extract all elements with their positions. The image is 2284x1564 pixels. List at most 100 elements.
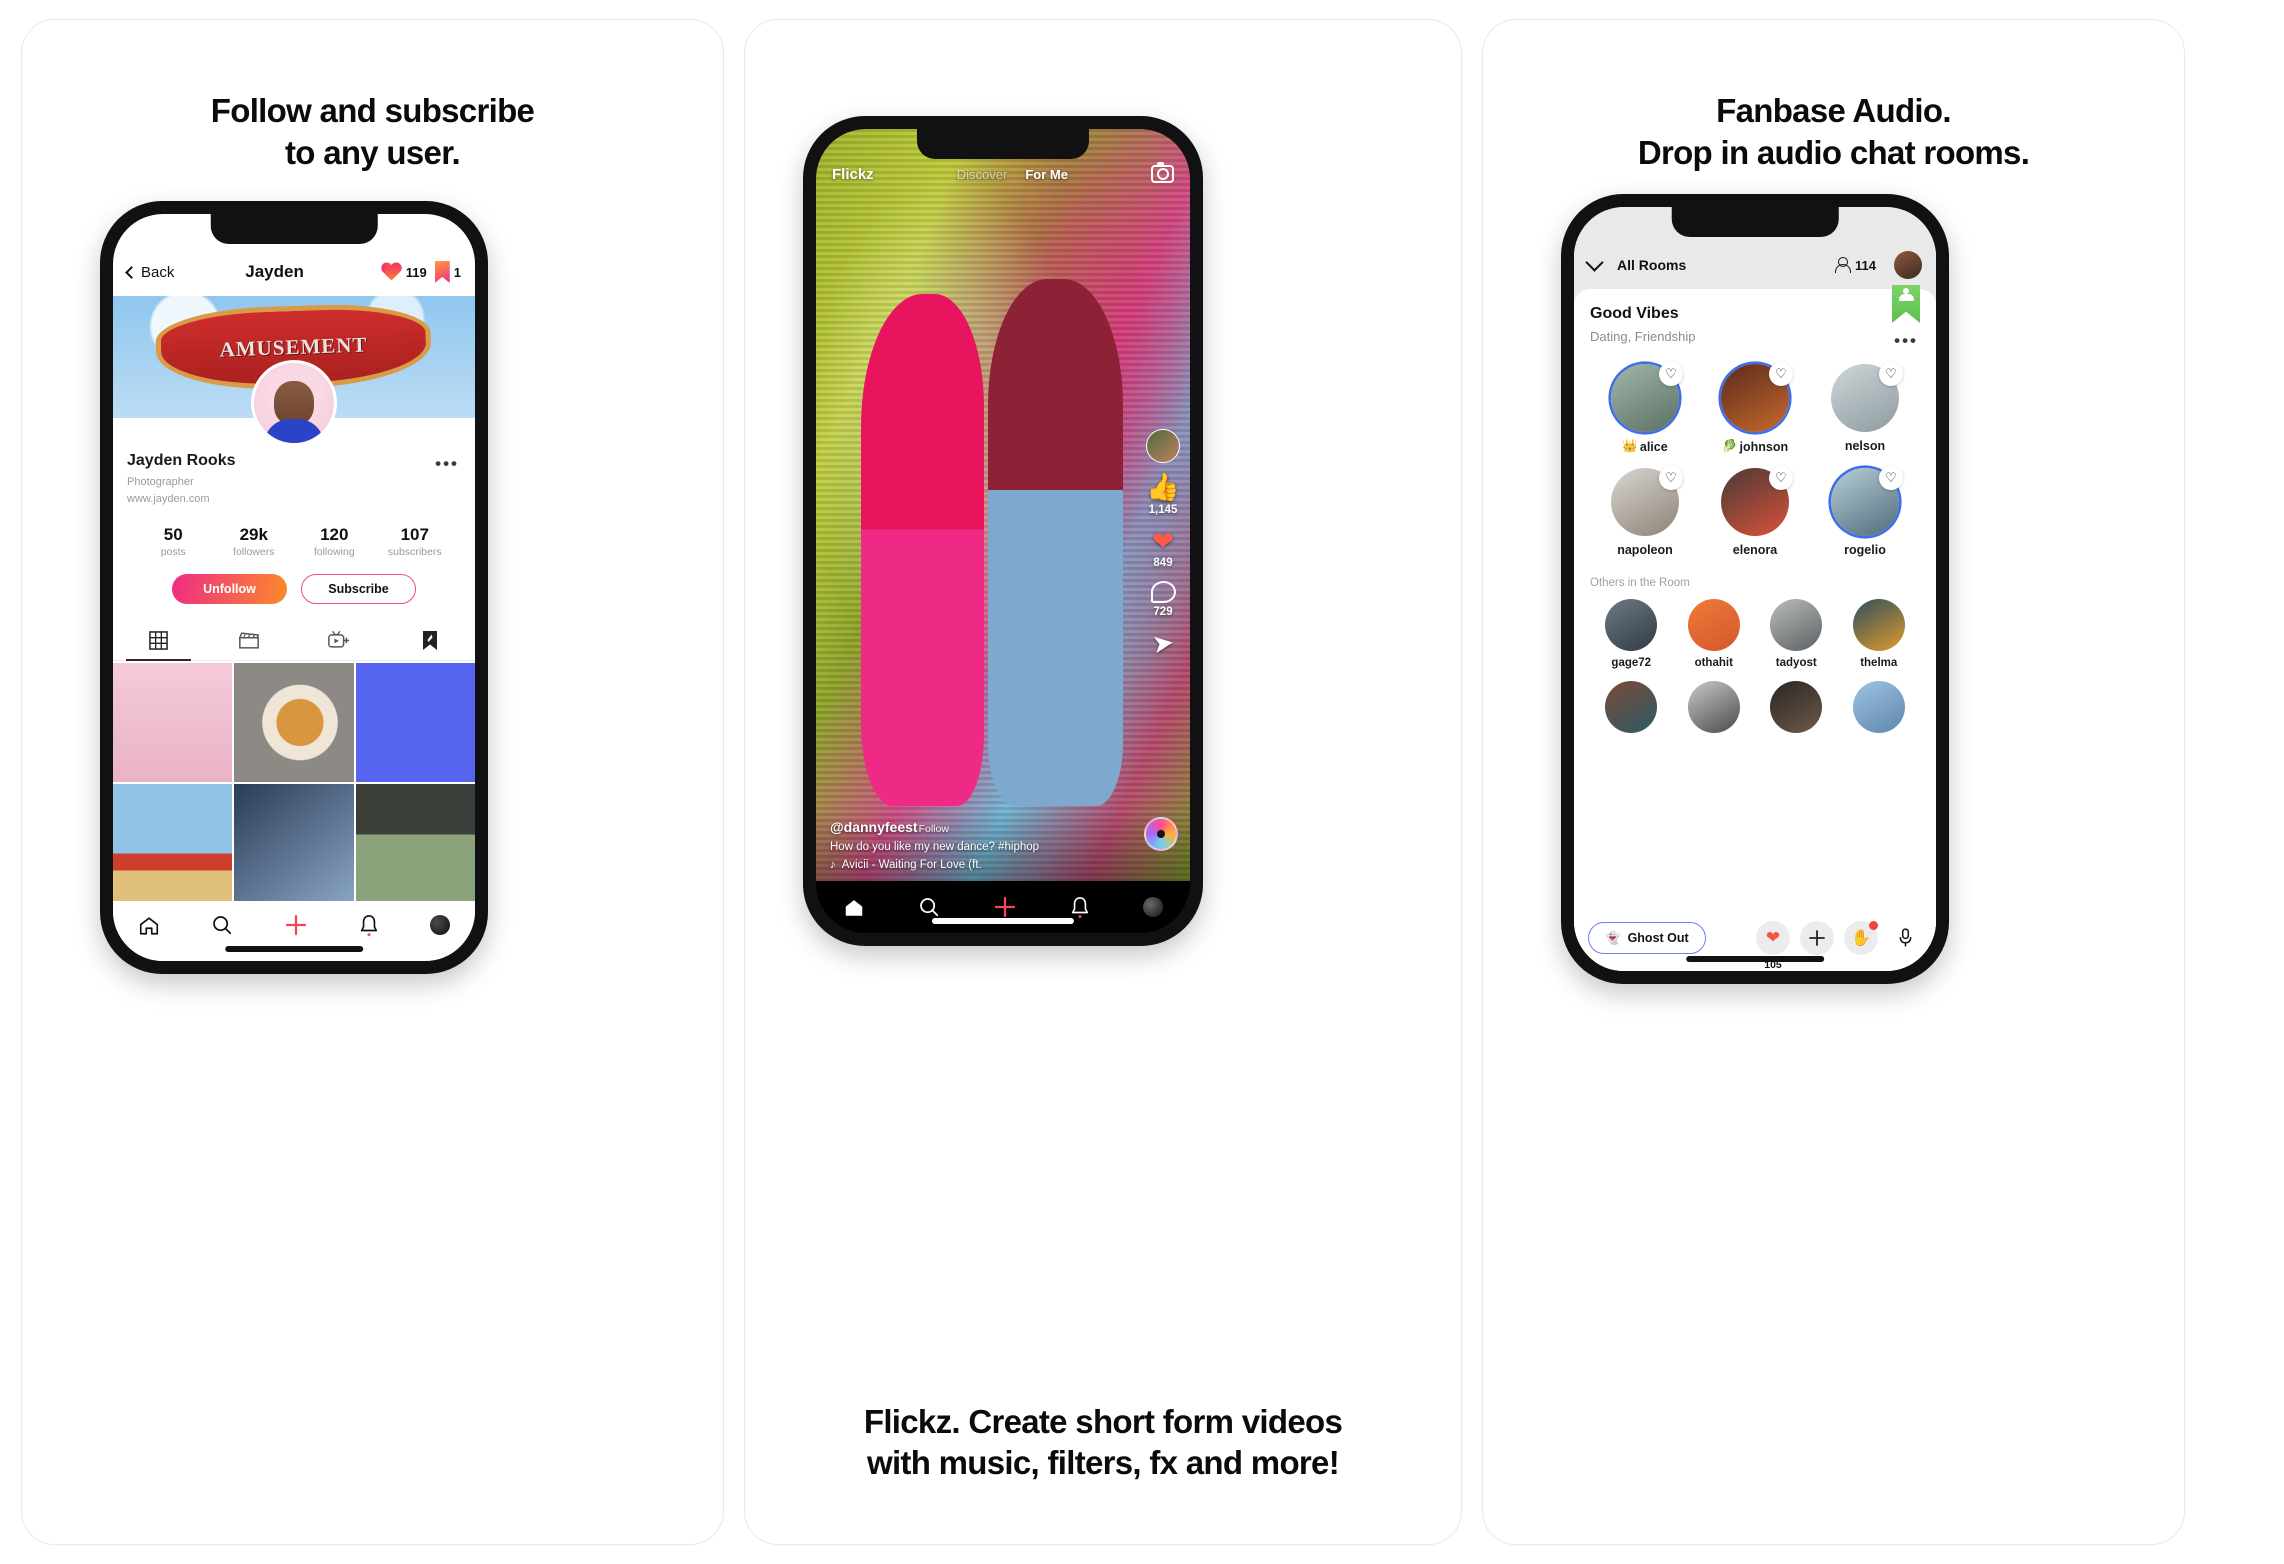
- profile-bio: Photographer www.jayden.com: [127, 474, 461, 507]
- heart-outline-icon[interactable]: ♡: [1769, 362, 1793, 386]
- avatar[interactable]: [251, 360, 337, 446]
- heart-outline-icon[interactable]: ♡: [1879, 362, 1903, 386]
- speaker-card[interactable]: ♡ napoleon: [1590, 466, 1700, 557]
- tab-clips[interactable]: [204, 620, 295, 660]
- stat-following[interactable]: 120 following: [294, 525, 375, 558]
- post-thumbnail[interactable]: [234, 663, 354, 783]
- tab-saved[interactable]: [385, 620, 476, 660]
- subscribe-button[interactable]: Subscribe: [301, 574, 416, 604]
- ghost-out-button[interactable]: 👻 Ghost Out: [1588, 922, 1706, 954]
- video-subjects: [816, 129, 1190, 881]
- tab-tv-plus[interactable]: [294, 620, 385, 660]
- tab-for-me[interactable]: For Me: [1025, 167, 1068, 182]
- home-indicator: [1686, 956, 1824, 962]
- bottom-nav: [113, 901, 475, 961]
- listener-card[interactable]: [1590, 681, 1673, 733]
- speaker-card[interactable]: ♡ 🥬 johnson: [1700, 362, 1810, 454]
- speaker-name: alice: [1639, 439, 1668, 454]
- search-icon[interactable]: [211, 914, 233, 936]
- music-track[interactable]: ♪ Avicii - Waiting For Love (ft.: [830, 859, 1176, 871]
- add-button[interactable]: [1800, 921, 1834, 955]
- post-thumbnail[interactable]: [234, 784, 354, 904]
- user-avatar[interactable]: [1894, 251, 1922, 279]
- stat-value: 50: [163, 525, 183, 544]
- speaker-name-row: napoleon: [1617, 543, 1673, 557]
- stat-subscribers[interactable]: 107 subscribers: [375, 525, 456, 558]
- listener-card[interactable]: [1755, 681, 1838, 733]
- creator-username[interactable]: @dannyfeestFollow: [830, 819, 1176, 835]
- heart-outline-icon[interactable]: ♡: [1879, 466, 1903, 490]
- heart-icon[interactable]: ❤: [1152, 528, 1174, 554]
- thumbs-up-icon[interactable]: 👍: [1146, 474, 1180, 501]
- speaker-card[interactable]: ♡ elenora: [1700, 466, 1810, 557]
- video-player[interactable]: [816, 129, 1190, 881]
- stat-followers[interactable]: 29k followers: [214, 525, 295, 558]
- bell-icon[interactable]: [1070, 896, 1090, 919]
- speaker-card[interactable]: ♡ nelson: [1810, 362, 1920, 454]
- microphone-icon: [1899, 928, 1911, 947]
- heart-outline-icon[interactable]: ♡: [1659, 362, 1683, 386]
- plus-icon[interactable]: [284, 913, 308, 937]
- speaker-card[interactable]: ♡ rogelio: [1810, 466, 1920, 557]
- raise-hand-button[interactable]: ✋: [1844, 921, 1878, 955]
- speaker-name-row: elenora: [1733, 543, 1777, 557]
- room-tags: Dating, Friendship: [1590, 329, 1696, 344]
- chevron-down-icon[interactable]: [1585, 253, 1604, 272]
- speaker-name-row: rogelio: [1844, 543, 1886, 557]
- speaker-avatar-wrap: ♡: [1831, 466, 1903, 536]
- bio-url[interactable]: www.jayden.com: [127, 491, 461, 508]
- notification-dot: [1869, 921, 1878, 930]
- back-button[interactable]: Back: [125, 264, 174, 281]
- bell-icon[interactable]: [359, 914, 379, 937]
- home-icon[interactable]: [843, 897, 865, 918]
- follow-label[interactable]: Follow: [919, 823, 949, 835]
- listener-card[interactable]: othahit: [1673, 599, 1756, 669]
- phone-notch: [210, 214, 378, 244]
- bookmarks-badge[interactable]: 1: [434, 261, 461, 283]
- music-disc-icon[interactable]: [1144, 817, 1178, 851]
- profile-avatar-icon[interactable]: [1143, 897, 1164, 917]
- speaker-name: rogelio: [1844, 543, 1886, 557]
- unfollow-button[interactable]: Unfollow: [172, 574, 287, 604]
- search-icon[interactable]: [918, 896, 940, 918]
- listener-avatar: [1852, 681, 1905, 733]
- video-description: How do you like my new dance? #hiphop: [830, 841, 1040, 853]
- person-icon: [1835, 257, 1852, 273]
- likes-badge[interactable]: 119: [381, 263, 427, 282]
- speaker-avatar-wrap: ♡: [1721, 362, 1793, 432]
- all-rooms-label[interactable]: All Rooms: [1617, 257, 1825, 273]
- post-thumbnail[interactable]: [355, 663, 475, 783]
- microphone-button[interactable]: [1888, 921, 1922, 955]
- tab-grid[interactable]: [113, 620, 204, 661]
- speaker-badge-icon: 🥬: [1721, 439, 1738, 453]
- camera-icon[interactable]: [1151, 162, 1174, 183]
- comment-icon[interactable]: [1150, 581, 1176, 603]
- bookmarks-count: 1: [453, 264, 461, 280]
- post-thumbnail[interactable]: [355, 784, 475, 904]
- paper-plane-icon[interactable]: ➤: [1150, 627, 1176, 660]
- more-options-icon[interactable]: •••: [435, 454, 459, 474]
- heart-outline-icon[interactable]: ♡: [1769, 466, 1793, 490]
- listener-card[interactable]: tadyost: [1755, 599, 1838, 669]
- stat-value: 120: [320, 525, 349, 544]
- caption-line-2: with music, filters, fx and more!: [867, 1444, 1340, 1482]
- grid-icon: [148, 630, 168, 650]
- listener-card[interactable]: thelma: [1838, 599, 1921, 669]
- speaker-avatar-wrap: ♡: [1831, 362, 1903, 432]
- post-thumbnail[interactable]: [113, 784, 233, 904]
- plus-icon[interactable]: [993, 895, 1017, 919]
- listener-card[interactable]: gage72: [1590, 599, 1673, 669]
- home-icon[interactable]: [138, 915, 160, 936]
- reaction-heart-button[interactable]: ❤ 105: [1756, 921, 1790, 971]
- stat-posts[interactable]: 50 posts: [133, 525, 214, 558]
- listener-card[interactable]: [1673, 681, 1756, 733]
- creator-avatar[interactable]: [1146, 429, 1180, 463]
- tab-discover[interactable]: Discover: [957, 167, 1008, 182]
- profile-avatar-icon[interactable]: [429, 915, 450, 935]
- profile-header: Back Jayden 119 1: [113, 248, 475, 296]
- post-thumbnail[interactable]: [113, 663, 233, 783]
- heart-outline-icon[interactable]: ♡: [1659, 466, 1683, 490]
- listener-card[interactable]: [1838, 681, 1921, 733]
- more-options-icon[interactable]: •••: [1894, 331, 1918, 351]
- speaker-card[interactable]: ♡ 👑 alice: [1590, 362, 1700, 454]
